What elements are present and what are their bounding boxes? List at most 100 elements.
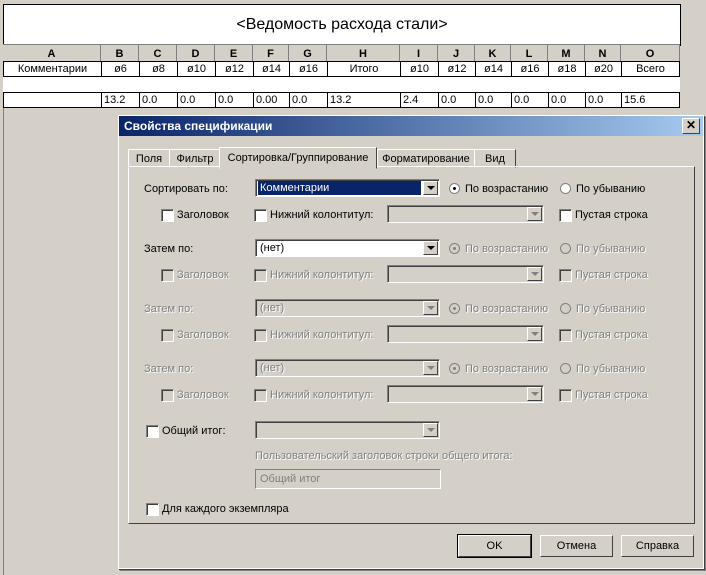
header-checkbox[interactable] [161,209,174,222]
value-cell[interactable]: 0.0 [512,93,549,107]
value-cell[interactable]: 0.0 [586,93,622,107]
ok-button[interactable]: OK [457,534,532,558]
then-desc-radio[interactable] [560,243,571,254]
subheader-cell[interactable]: ø6 [102,62,140,76]
blank-line-checkbox[interactable] [559,329,572,342]
values-row: 13.2 0.0 0.0 0.0 0.00 0.0 13.2 2.4 0.0 0… [3,92,680,108]
footer-dropdown[interactable] [387,205,544,223]
footer-checkbox[interactable] [254,209,267,222]
blank-line-checkbox[interactable] [559,209,572,222]
value-cell[interactable]: 0.0 [140,93,178,107]
chevron-down-icon[interactable] [527,327,542,341]
column-header[interactable]: E [215,45,253,62]
then-asc-radio[interactable] [449,243,460,254]
column-header[interactable]: O [621,45,680,62]
subheader-cell[interactable]: ø8 [140,62,178,76]
subheader-cell[interactable]: Комментарии [4,62,102,76]
value-cell[interactable]: 13.2 [328,93,401,107]
then-asc-radio[interactable] [449,303,460,314]
chevron-down-icon[interactable] [423,301,438,315]
header-checkbox[interactable] [161,269,174,282]
value-cell[interactable]: 15.6 [622,93,679,107]
value-cell[interactable]: 2.4 [401,93,439,107]
then-by-dropdown[interactable]: (нет) [255,299,440,317]
sort-desc-radio[interactable] [560,183,571,194]
footer-checkbox[interactable] [254,269,267,282]
header-label: Заголовок [177,269,229,281]
footer-dropdown[interactable] [387,385,544,403]
grand-total-title-input[interactable]: Общий итог [255,469,441,489]
subheader-cell[interactable]: ø20 [586,62,622,76]
column-header[interactable]: G [289,45,327,62]
value-cell[interactable]: 13.2 [102,93,140,107]
value-cell[interactable]: 0.0 [216,93,254,107]
column-header[interactable]: J [438,45,475,62]
chevron-down-icon[interactable] [423,181,438,195]
then-by-label: Затем по: [144,303,194,315]
column-header[interactable]: F [253,45,289,62]
subheader-cell[interactable]: ø16 [290,62,328,76]
subheader-cell[interactable]: ø18 [549,62,586,76]
footer-dropdown[interactable] [387,265,544,283]
subheader-cell[interactable]: ø10 [178,62,216,76]
then-desc-label: По убыванию [576,363,646,375]
column-header[interactable]: K [475,45,511,62]
value-cell[interactable]: 0.00 [254,93,290,107]
subheader-cell[interactable]: ø16 [512,62,549,76]
blank-line-checkbox[interactable] [559,269,572,282]
grand-total-dropdown[interactable] [255,421,440,439]
sort-by-dropdown[interactable]: Комментарии [255,179,440,197]
then-asc-radio[interactable] [449,363,460,374]
column-header[interactable]: A [3,45,101,62]
column-header[interactable]: D [177,45,215,62]
then-by-dropdown[interactable]: (нет) [255,359,440,377]
value-cell[interactable]: 0.0 [439,93,476,107]
chevron-down-icon[interactable] [527,207,542,221]
column-header[interactable]: B [101,45,139,62]
close-icon[interactable]: ✕ [682,118,700,134]
header-checkbox[interactable] [161,389,174,402]
footer-checkbox[interactable] [254,329,267,342]
schedule-title[interactable]: <Ведомость расхода стали> [3,4,681,46]
column-header[interactable]: I [400,45,438,62]
chevron-down-icon[interactable] [527,267,542,281]
then-by-dropdown[interactable]: (нет) [255,239,440,257]
column-header[interactable]: N [585,45,621,62]
column-header[interactable]: H [327,45,400,62]
chevron-down-icon[interactable] [423,423,438,437]
grand-total-caption: Пользовательский заголовок строки общего… [255,450,513,462]
footer-checkbox[interactable] [254,389,267,402]
value-cell[interactable]: 0.0 [476,93,512,107]
blank-line-checkbox[interactable] [559,389,572,402]
grand-total-checkbox[interactable] [146,425,159,438]
column-header[interactable]: L [511,45,548,62]
sort-asc-label: По возрастанию [465,183,549,195]
then-desc-radio[interactable] [560,363,571,374]
then-desc-radio[interactable] [560,303,571,314]
value-cell[interactable]: 0.0 [178,93,216,107]
subheader-cell[interactable]: ø14 [476,62,512,76]
value-cell[interactable] [4,93,102,107]
column-header[interactable]: M [548,45,585,62]
dialog-titlebar[interactable]: Свойства спецификации ✕ [119,116,703,136]
subheader-cell[interactable]: ø12 [439,62,476,76]
chevron-down-icon[interactable] [423,361,438,375]
footer-dropdown[interactable] [387,325,544,343]
header-checkbox[interactable] [161,329,174,342]
each-instance-checkbox[interactable] [146,503,159,516]
column-header[interactable]: C [139,45,177,62]
sort-asc-radio[interactable] [449,183,460,194]
value-cell[interactable]: 0.0 [549,93,586,107]
subheader-cell[interactable]: ø12 [216,62,254,76]
then-desc-label: По убыванию [576,303,646,315]
tab-sorting-grouping[interactable]: Сортировка/Группирование [219,147,377,169]
subheader-cell[interactable]: ø10 [401,62,439,76]
value-cell[interactable]: 0.0 [290,93,328,107]
help-button[interactable]: Справка [621,535,694,557]
subheader-cell[interactable]: Итого [328,62,401,76]
subheader-cell[interactable]: Всего [622,62,679,76]
subheader-cell[interactable]: ø14 [254,62,290,76]
cancel-button[interactable]: Отмена [540,535,613,557]
chevron-down-icon[interactable] [527,387,542,401]
chevron-down-icon[interactable] [423,241,438,255]
